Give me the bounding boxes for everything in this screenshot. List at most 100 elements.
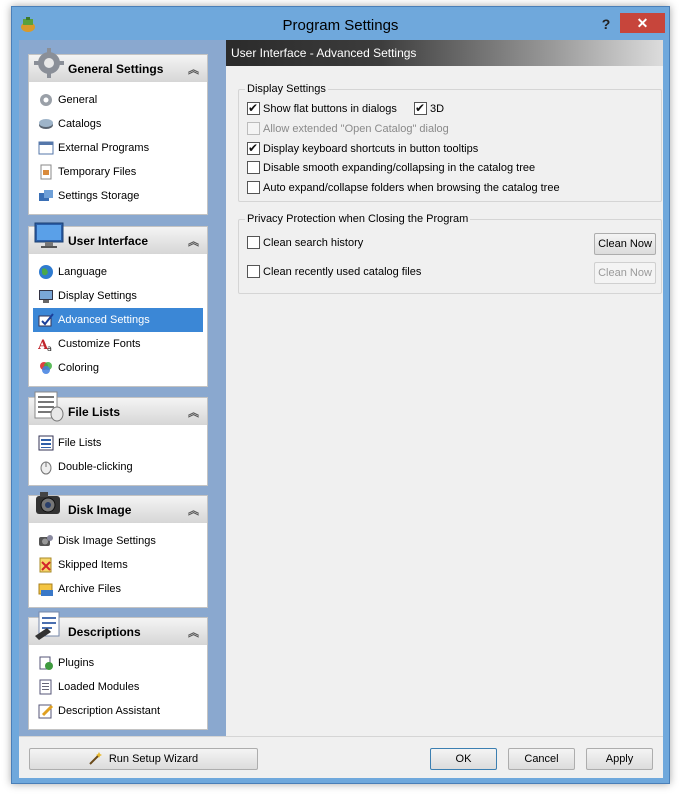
checkbox-box[interactable] (247, 141, 260, 155)
group-header-descriptions[interactable]: Descriptions ︽ (28, 611, 208, 645)
extended-open-catalog-checkbox: Allow extended "Open Catalog" dialog (247, 121, 449, 138)
clean-search-history-button[interactable]: Clean Now (594, 233, 656, 255)
sidebar-item-label: Double-clicking (58, 461, 133, 473)
sidebar-item-double-clicking[interactable]: Double-clicking (33, 455, 203, 479)
auto-expand-checkbox[interactable]: Auto expand/collapse folders when browsi… (247, 180, 560, 197)
checkbox-box[interactable] (414, 101, 427, 115)
sidebar-item-disk-image-settings[interactable]: Disk Image Settings (33, 529, 203, 553)
checkbox-label: Display keyboard shortcuts in button too… (263, 143, 479, 155)
group-title: General Settings (68, 62, 164, 76)
mouse-icon (40, 461, 52, 475)
display-icon (39, 290, 53, 303)
sidebar-item-label: Customize Fonts (58, 338, 141, 350)
group-header-file-lists[interactable]: File Lists ︽ (28, 391, 208, 425)
sidebar-item-external-programs[interactable]: External Programs (33, 136, 203, 160)
sidebar-item-label: Plugins (58, 657, 95, 669)
sidebar-item-language[interactable]: Language (33, 260, 203, 284)
sidebar-item-label: Skipped Items (58, 559, 128, 571)
description-icon (35, 611, 60, 640)
camera-icon (36, 492, 60, 514)
sidebar-item-label: Language (58, 266, 107, 278)
sidebar-item-temporary-files[interactable]: Temporary Files (33, 160, 203, 184)
sidebar: General Settings ︽ General Catalogs Exte… (19, 40, 226, 736)
sidebar-item-label: Disk Image Settings (58, 535, 156, 547)
group-title: User Interface (68, 234, 149, 248)
sidebar-item-archive-files[interactable]: Archive Files (33, 577, 203, 601)
chevron-up-icon[interactable]: ︽ (188, 61, 199, 77)
sidebar-item-skipped-items[interactable]: Skipped Items (33, 553, 203, 577)
font-icon: Aa (38, 338, 52, 352)
group-body: Disk Image Settings Skipped Items Archiv… (28, 523, 208, 608)
clean-search-history-checkbox[interactable]: Clean search history (247, 235, 363, 252)
group-title: File Lists (68, 405, 121, 419)
sidebar-item-label: Coloring (58, 362, 99, 374)
client-area: General Settings ︽ General Catalogs Exte… (19, 40, 663, 778)
sidebar-item-coloring[interactable]: Coloring (33, 356, 203, 380)
ok-button[interactable]: OK (430, 748, 497, 770)
sidebar-item-advanced-settings[interactable]: Advanced Settings (33, 308, 203, 332)
cancel-button[interactable]: Cancel (508, 748, 575, 770)
sidebar-item-label: Temporary Files (58, 166, 137, 178)
3d-checkbox[interactable]: 3D (414, 101, 444, 118)
privacy-protection-legend: Privacy Protection when Closing the Prog… (245, 213, 471, 225)
group-body: General Catalogs External Programs Tempo… (28, 82, 208, 215)
group-header-general-settings[interactable]: General Settings ︽ (28, 48, 208, 82)
group-header-user-interface[interactable]: User Interface ︽ (28, 222, 208, 254)
group-title: Descriptions (68, 625, 141, 639)
apply-button[interactable]: Apply (586, 748, 653, 770)
settings-panel: User Interface - Advanced Settings Displ… (226, 40, 663, 736)
close-button[interactable]: ✕ (620, 13, 665, 33)
group-body: Plugins Loaded Modules Description Assis… (28, 645, 208, 730)
checkbox-box[interactable] (247, 160, 260, 174)
file-list-icon (34, 391, 64, 422)
sidebar-item-loaded-modules[interactable]: Loaded Modules (33, 675, 203, 699)
chevron-up-icon[interactable]: ︽ (188, 502, 199, 518)
checkbox-label: Disable smooth expanding/collapsing in t… (263, 162, 536, 174)
checkbox-box[interactable] (247, 180, 260, 194)
monitor-icon (34, 222, 64, 248)
sidebar-item-catalogs[interactable]: Catalogs (33, 112, 203, 136)
sidebar-item-customize-fonts[interactable]: Aa Customize Fonts (33, 332, 203, 356)
sidebar-item-plugins[interactable]: Plugins (33, 651, 203, 675)
checkbox-label: Clean recently used catalog files (263, 266, 422, 278)
plugin-icon (39, 656, 53, 670)
svg-text:a: a (47, 344, 52, 352)
group-descriptions: Descriptions ︽ Plugins Loaded Modules De… (28, 611, 208, 730)
sidebar-item-general[interactable]: General (33, 88, 203, 112)
run-setup-wizard-button[interactable]: Run Setup Wizard (29, 748, 258, 770)
flat-buttons-checkbox[interactable]: Show flat buttons in dialogs (247, 101, 397, 118)
title-bar[interactable]: Program Settings ? ✕ (12, 7, 669, 40)
sidebar-item-label: File Lists (58, 437, 102, 449)
sidebar-item-file-lists[interactable]: File Lists (33, 431, 203, 455)
clean-recent-catalogs-button: Clean Now (594, 262, 656, 284)
gear-small-icon (40, 94, 52, 106)
wand-icon (89, 752, 102, 765)
group-user-interface: User Interface ︽ Language Display Settin… (28, 222, 208, 387)
sidebar-item-label: Catalogs (58, 118, 102, 130)
checkbox-box[interactable] (247, 235, 260, 249)
sidebar-item-label: Archive Files (58, 583, 121, 595)
disable-smooth-expanding-checkbox[interactable]: Disable smooth expanding/collapsing in t… (247, 160, 536, 177)
chevron-up-icon[interactable]: ︽ (188, 404, 199, 420)
checkbox-box[interactable] (247, 101, 260, 115)
help-button[interactable]: ? (599, 16, 613, 32)
chevron-up-icon[interactable]: ︽ (188, 624, 199, 640)
sidebar-item-description-assistant[interactable]: Description Assistant (33, 699, 203, 723)
module-icon (39, 679, 52, 695)
group-header-disk-image[interactable]: Disk Image ︽ (28, 492, 208, 523)
keyboard-shortcuts-checkbox[interactable]: Display keyboard shortcuts in button too… (247, 141, 479, 158)
sidebar-item-display-settings[interactable]: Display Settings (33, 284, 203, 308)
group-disk-image: Disk Image ︽ Disk Image Settings Skipped… (28, 492, 208, 608)
storage-icon (39, 190, 53, 201)
group-file-lists: File Lists ︽ File Lists Double-clicking (28, 391, 208, 486)
clean-recent-catalogs-checkbox[interactable]: Clean recently used catalog files (247, 264, 422, 281)
display-settings-legend: Display Settings (245, 83, 328, 95)
sidebar-item-settings-storage[interactable]: Settings Storage (33, 184, 203, 208)
chevron-up-icon[interactable]: ︽ (188, 233, 199, 249)
program-settings-window: Program Settings ? ✕ General Settings ︽ (11, 6, 670, 784)
wizard-label: Run Setup Wizard (108, 753, 199, 765)
sidebar-item-label: Settings Storage (58, 190, 140, 202)
assistant-icon (38, 704, 54, 719)
checkbox-box[interactable] (247, 264, 260, 278)
checkbox-box (247, 121, 260, 135)
